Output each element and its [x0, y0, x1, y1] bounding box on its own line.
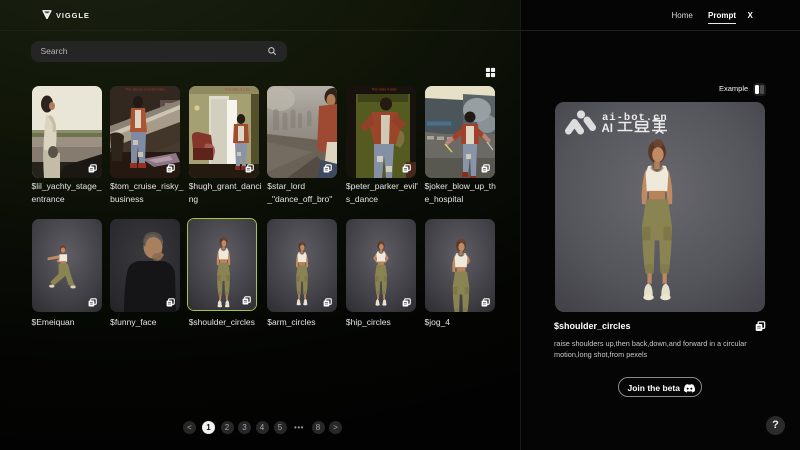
svg-text:This video is a/an: This video is a/an: [371, 88, 396, 92]
svg-text:This video is a tra: This video is a tra: [224, 88, 249, 92]
svg-text:AI: AI: [602, 123, 614, 135]
svg-text:This video is a transformatio: This video is a transformatio: [125, 88, 165, 92]
